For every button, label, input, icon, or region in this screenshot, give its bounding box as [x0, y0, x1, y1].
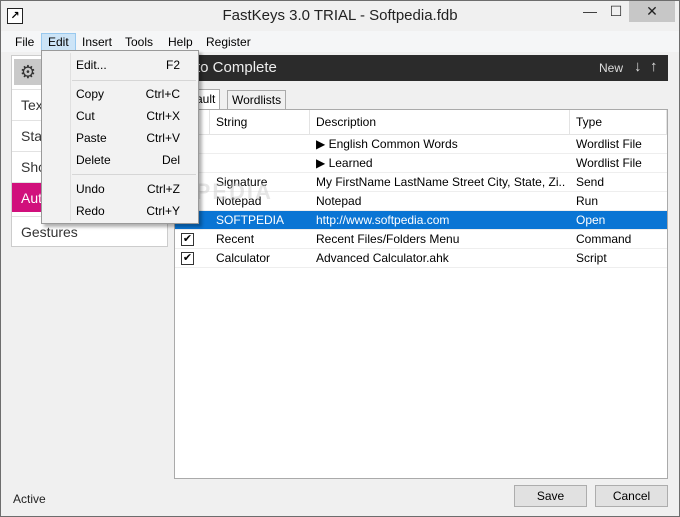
move-up-icon[interactable]: ↑: [650, 58, 658, 75]
menu-edit[interactable]: Edit: [41, 33, 76, 51]
menu-tools[interactable]: Tools: [119, 33, 159, 51]
menu-item-shortcut: Ctrl+X: [146, 109, 180, 123]
menu-item-redo[interactable]: Redo Ctrl+Y: [42, 201, 198, 221]
menu-register[interactable]: Register: [200, 33, 257, 51]
menu-help[interactable]: Help: [162, 33, 199, 51]
title-bar: ↗ FastKeys 3.0 TRIAL - Softpedia.fdb — ☐…: [1, 1, 679, 31]
panel-title: to Complete: [196, 59, 277, 76]
table-row-selected[interactable]: SOFTPEDIA http://www.softpedia.com Open: [175, 211, 667, 230]
menu-separator: [72, 80, 196, 81]
enabled-checkbox[interactable]: ✔: [181, 252, 194, 265]
menu-file[interactable]: File: [9, 33, 40, 51]
row-description: Notepad: [316, 194, 362, 208]
menu-item-paste[interactable]: Paste Ctrl+V: [42, 128, 198, 148]
status-text: Active: [13, 492, 46, 506]
row-string: Recent: [216, 232, 255, 246]
gear-icon[interactable]: ⚙: [14, 59, 42, 85]
menu-item-label: Paste: [76, 131, 107, 145]
menu-item-label: Copy: [76, 87, 105, 101]
menu-item-label: Redo: [76, 204, 105, 218]
menu-item-cut[interactable]: Cut Ctrl+X: [42, 106, 198, 126]
row-type: Wordlist File: [576, 137, 642, 151]
column-header-string[interactable]: String: [210, 110, 310, 135]
menu-item-undo[interactable]: Undo Ctrl+Z: [42, 179, 198, 199]
move-down-icon[interactable]: ↓: [634, 58, 642, 75]
row-description: http://www.softpedia.com: [316, 213, 450, 227]
menu-item-shortcut: Ctrl+Y: [146, 204, 180, 218]
row-type: Script: [576, 251, 607, 265]
row-description: ▶ English Common Words: [316, 137, 458, 151]
save-button[interactable]: Save: [514, 485, 587, 507]
menu-item-label: Edit...: [76, 58, 107, 72]
row-string: SOFTPEDIA: [216, 213, 285, 227]
maximize-button[interactable]: ☐: [603, 1, 629, 22]
menu-bar: File Edit Insert Tools Help Register: [1, 31, 679, 52]
edit-menu-dropdown: Edit... F2 Copy Ctrl+C Cut Ctrl+X Paste …: [41, 50, 199, 224]
cancel-button[interactable]: Cancel: [595, 485, 668, 507]
menu-item-label: Delete: [76, 153, 111, 167]
menu-item-shortcut: Ctrl+Z: [147, 182, 180, 196]
enabled-checkbox[interactable]: ✔: [181, 233, 194, 246]
tab-wordlists[interactable]: Wordlists: [227, 90, 287, 110]
close-button[interactable]: ✕: [629, 1, 675, 22]
menu-separator: [72, 174, 196, 175]
row-type: Open: [576, 213, 606, 227]
menu-item-shortcut: Ctrl+C: [145, 87, 180, 101]
row-string: Notepad: [216, 194, 262, 208]
row-description: ▶ Learned: [316, 156, 373, 170]
row-type: Command: [576, 232, 632, 246]
table-row[interactable]: ✔ Calculator Advanced Calculator.ahk Scr…: [175, 249, 667, 268]
table-row[interactable]: ▶ Learned Wordlist File: [175, 154, 667, 173]
app-window: ↗ FastKeys 3.0 TRIAL - Softpedia.fdb — ☐…: [0, 0, 680, 517]
menu-item-edit[interactable]: Edit... F2: [42, 55, 198, 75]
menu-item-copy[interactable]: Copy Ctrl+C: [42, 84, 198, 104]
row-type: Run: [576, 194, 599, 208]
row-string: Calculator: [216, 251, 271, 265]
shortcuts-table: n String Description Type ▶ English Comm…: [174, 109, 668, 479]
row-type: Wordlist File: [576, 156, 642, 170]
column-header-description[interactable]: Description: [310, 110, 570, 135]
panel-header: to Complete New ↓ ↑: [174, 55, 668, 81]
table-row[interactable]: Notepad Notepad Run: [175, 192, 667, 211]
menu-item-label: Undo: [76, 182, 105, 196]
menu-item-shortcut: Ctrl+V: [146, 131, 180, 145]
menu-item-label: Cut: [76, 109, 95, 123]
table-row[interactable]: ▶ English Common Words Wordlist File: [175, 135, 667, 154]
menu-item-delete[interactable]: Delete Del: [42, 150, 198, 170]
menu-item-shortcut: F2: [165, 58, 180, 72]
minimize-button[interactable]: —: [577, 1, 603, 22]
column-header-type[interactable]: Type: [570, 110, 667, 135]
row-string: Signature: [216, 175, 268, 189]
menu-insert[interactable]: Insert: [76, 33, 118, 51]
row-description: Advanced Calculator.ahk: [316, 251, 449, 265]
row-description: My FirstName LastName Street City, State…: [316, 175, 566, 189]
new-button[interactable]: New: [599, 61, 623, 75]
row-type: Send: [576, 175, 605, 189]
row-description: Recent Files/Folders Menu: [316, 232, 460, 246]
table-row[interactable]: ✔ Recent Recent Files/Folders Menu Comma…: [175, 230, 667, 249]
menu-item-shortcut: Del: [161, 153, 180, 167]
table-row[interactable]: Signature My FirstName LastName Street C…: [175, 173, 667, 192]
